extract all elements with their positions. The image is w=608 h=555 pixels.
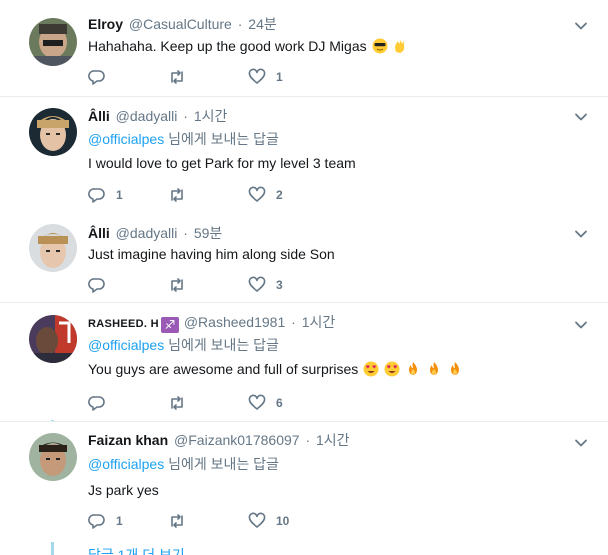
- user-name[interactable]: Âlli: [88, 108, 110, 124]
- retweet-icon: [171, 188, 183, 202]
- tweet-text: Just imagine having him along side Son: [88, 246, 335, 262]
- retweet-icon: [171, 396, 183, 410]
- user-handle[interactable]: @CasualCulture: [129, 16, 232, 32]
- tweet-item[interactable]: RASHEED. H ♐ @Rasheed1981 · 1시간 @officialp…: [0, 303, 608, 420]
- fire-icon: [405, 361, 421, 377]
- user-name[interactable]: Âlli: [88, 225, 110, 241]
- reply-icon: [88, 278, 105, 293]
- tweet-text: Js park yes: [88, 482, 159, 498]
- reply-count: 1: [116, 188, 123, 202]
- like-count: 3: [276, 278, 283, 292]
- heart-icon: [248, 68, 266, 84]
- like-count: 1: [276, 70, 283, 84]
- sunglasses-face-icon: [372, 38, 388, 54]
- user-handle[interactable]: @Rasheed1981: [184, 314, 285, 330]
- like-count: 6: [276, 396, 283, 410]
- separator-dot: ·: [305, 432, 311, 448]
- heart-icon: [248, 394, 266, 410]
- user-name[interactable]: Elroy: [88, 16, 123, 32]
- like-count: 2: [276, 188, 283, 202]
- reply-icon: [88, 188, 105, 203]
- tweet-item[interactable]: Âlli @dadyalli · 1시간 @officialpes 님에게 보내…: [0, 97, 608, 214]
- heart-icon: [248, 186, 266, 202]
- heart-icon: [248, 276, 266, 292]
- avatar[interactable]: [29, 18, 77, 66]
- like-button[interactable]: 10: [248, 511, 289, 531]
- reply-context-label: 님에게 보내는 답글: [164, 131, 279, 147]
- timestamp[interactable]: 1시간: [194, 108, 228, 124]
- tweet-text: Hahahaha. Keep up the good work DJ Migas: [88, 38, 367, 54]
- timestamp[interactable]: 59분: [194, 225, 222, 241]
- avatar[interactable]: [29, 108, 77, 156]
- user-handle[interactable]: @Faizank01786097: [174, 432, 300, 448]
- heart-eyes-icon: [384, 361, 400, 377]
- separator-dot: ·: [291, 314, 296, 330]
- tweet-text-line: You guys are awesome and full of surpris…: [88, 360, 463, 378]
- reply-button[interactable]: [88, 275, 116, 295]
- heart-eyes-icon: [363, 361, 379, 377]
- chevron-down-icon[interactable]: [574, 227, 588, 241]
- tweet-item[interactable]: Faizan khan @Faizank01786097 · 1시간 @offi…: [0, 422, 608, 542]
- chevron-down-icon[interactable]: [574, 19, 588, 33]
- timestamp[interactable]: 1시간: [302, 314, 336, 330]
- retweet-button[interactable]: [168, 275, 196, 295]
- avatar[interactable]: [29, 224, 77, 272]
- sagittarius-icon: ♐: [160, 317, 179, 333]
- reply-context: @officialpes 님에게 보내는 답글: [88, 130, 279, 148]
- chevron-down-icon[interactable]: [574, 436, 588, 450]
- tweet-text: You guys are awesome and full of surpris…: [88, 361, 359, 377]
- retweet-icon: [171, 70, 183, 84]
- separator-dot: ·: [183, 108, 188, 124]
- retweet-icon: [171, 278, 183, 292]
- like-count: 10: [276, 514, 290, 528]
- tweet-item[interactable]: Âlli @dadyalli · 59분 Just imagine having…: [0, 214, 608, 302]
- user-handle[interactable]: @dadyalli: [116, 225, 178, 241]
- reply-button[interactable]: 1: [88, 185, 123, 205]
- reply-mention-link[interactable]: @officialpes: [88, 337, 164, 353]
- like-button[interactable]: 3: [248, 275, 283, 295]
- reply-count: 1: [116, 514, 123, 528]
- reply-mention-link[interactable]: @officialpes: [88, 456, 164, 472]
- user-name[interactable]: RASHEED. H: [88, 318, 159, 330]
- retweet-button[interactable]: [168, 393, 196, 413]
- separator-dot: ·: [183, 225, 188, 241]
- reply-button[interactable]: [88, 67, 116, 87]
- like-button[interactable]: 1: [248, 67, 283, 87]
- waving-hand-icon: [392, 38, 408, 54]
- retweet-icon: [171, 514, 183, 528]
- chevron-down-icon[interactable]: [574, 318, 588, 332]
- reply-context: @officialpes 님에게 보내는 답글: [88, 336, 279, 354]
- reply-icon: [88, 70, 105, 85]
- reply-button[interactable]: [88, 393, 116, 413]
- reply-icon: [88, 514, 105, 529]
- reply-context: @officialpes 님에게 보내는 답글: [88, 455, 279, 473]
- reply-button[interactable]: 1: [88, 511, 123, 531]
- tweet-text: I would love to get Park for my level 3 …: [88, 155, 356, 171]
- reply-icon: [88, 396, 105, 411]
- separator-dot: ·: [237, 16, 243, 32]
- heart-icon: [248, 512, 266, 528]
- avatar[interactable]: [29, 315, 77, 363]
- reply-context-label: 님에게 보내는 답글: [164, 456, 279, 472]
- retweet-button[interactable]: [168, 511, 196, 531]
- like-button[interactable]: 2: [248, 185, 283, 205]
- timestamp[interactable]: 24분: [248, 16, 276, 32]
- fire-icon: [447, 361, 463, 377]
- retweet-button[interactable]: [168, 67, 196, 87]
- user-name[interactable]: Faizan khan: [88, 432, 168, 448]
- reply-context-label: 님에게 보내는 답글: [164, 337, 279, 353]
- fire-icon: [426, 361, 442, 377]
- avatar[interactable]: [29, 433, 77, 481]
- tweet-text-line: Hahahaha. Keep up the good work DJ Migas: [88, 37, 408, 55]
- timestamp[interactable]: 1시간: [316, 432, 350, 448]
- show-more-replies-link[interactable]: 답글 1개 더 보기: [88, 545, 185, 555]
- chevron-down-icon[interactable]: [574, 110, 588, 124]
- user-handle[interactable]: @dadyalli: [116, 108, 178, 124]
- tweet-item[interactable]: Elroy @CasualCulture · 24분 Hahahaha. Kee…: [0, 0, 608, 96]
- reply-mention-link[interactable]: @officialpes: [88, 131, 164, 147]
- like-button[interactable]: 6: [248, 393, 283, 413]
- retweet-button[interactable]: [168, 185, 196, 205]
